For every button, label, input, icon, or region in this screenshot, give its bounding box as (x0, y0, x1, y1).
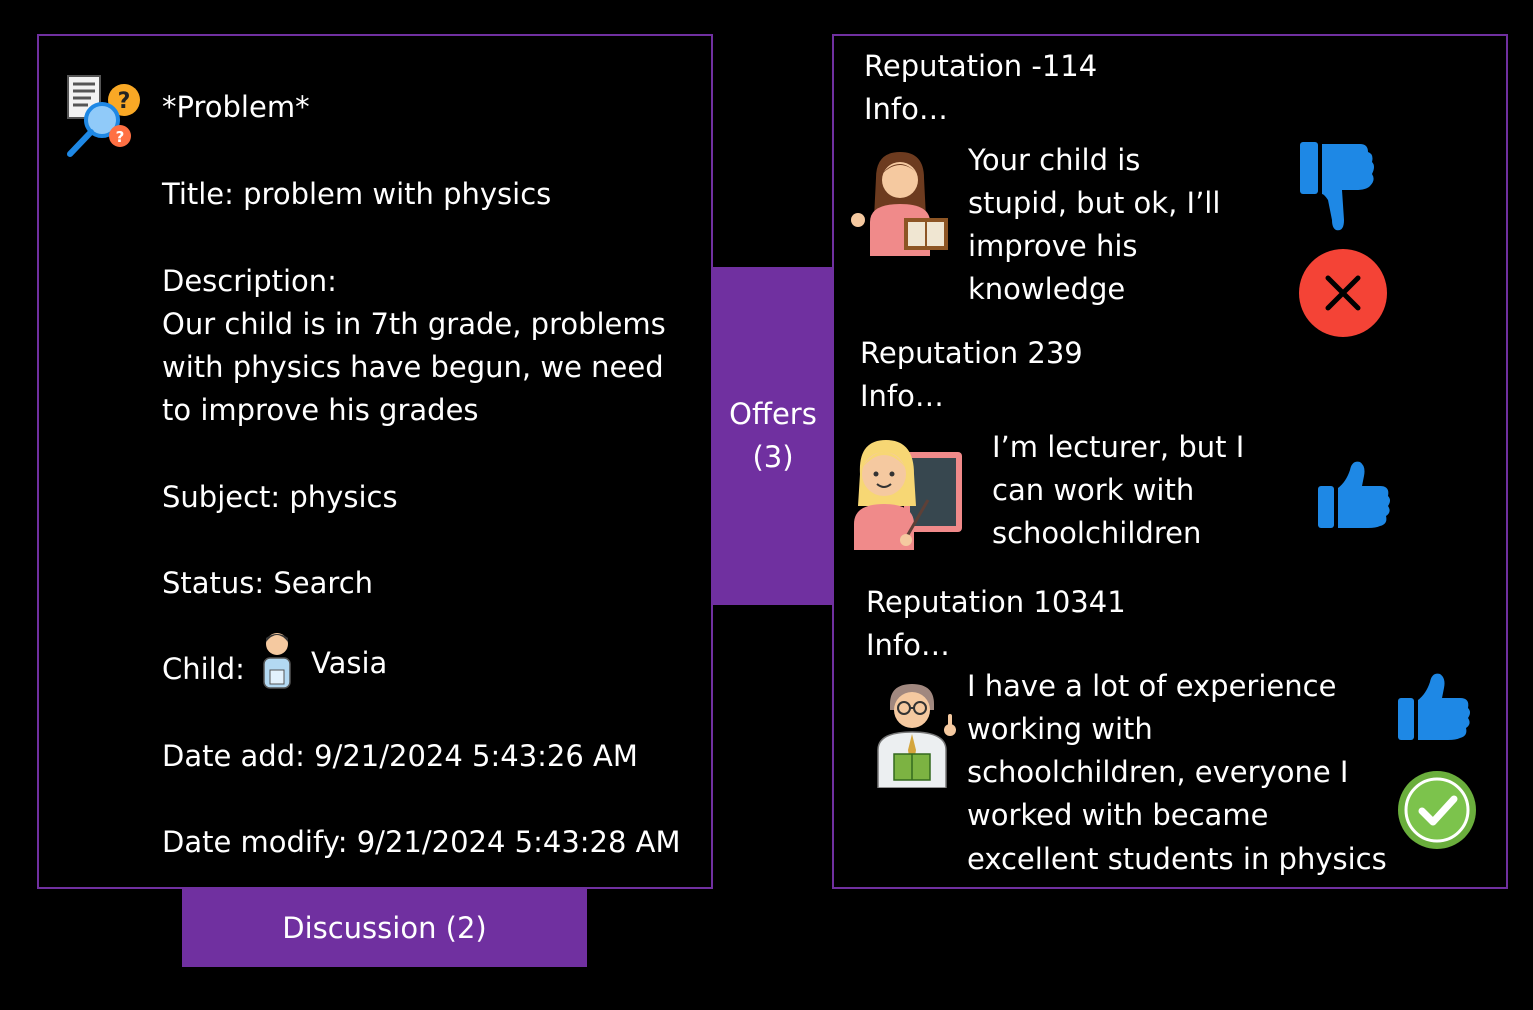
offer-message-line: stupid, but ok, I’ll (968, 186, 1221, 220)
description-line: to improve his grades (162, 393, 479, 427)
offers-tab-label: Offers (729, 397, 817, 431)
svg-text:?: ? (118, 89, 131, 114)
offer-reputation: Reputation 239 (860, 336, 1083, 370)
tutor-avatar (854, 440, 962, 550)
offer-message-line: improve his (968, 229, 1138, 263)
description-line: with physics have begun, we need (162, 350, 664, 384)
reject-icon[interactable] (1298, 248, 1388, 338)
offer-message-line: I’m lecturer, but I (992, 430, 1245, 464)
offer-message-line: schoolchildren, everyone I (967, 755, 1349, 789)
svg-text:?: ? (116, 128, 125, 146)
offer-message-line: excellent students in physics (967, 842, 1387, 876)
offer-message-line: knowledge (968, 272, 1126, 306)
offer-message-line: I have a lot of experience (967, 669, 1337, 703)
child-avatar (263, 633, 291, 689)
offer-info-link[interactable]: Info… (864, 88, 948, 131)
offer-reputation: Reputation 10341 (866, 585, 1126, 619)
thumbs-down-icon[interactable] (1298, 140, 1374, 234)
offers-tab[interactable]: Offers (3) (713, 267, 833, 605)
offer-info-link[interactable]: Info… (866, 624, 950, 667)
discussion-tab[interactable]: Discussion (2) (182, 889, 587, 967)
description-line: Our child is in 7th grade, problems (162, 307, 666, 341)
tutor-avatar (851, 152, 948, 256)
offer-message-line: schoolchildren (992, 516, 1202, 550)
offers-tab-count: (3) (752, 440, 794, 474)
thumbs-up-icon[interactable] (1396, 670, 1472, 742)
tutor-avatar (877, 684, 956, 788)
problem-subject: Subject: physics (162, 480, 398, 514)
child-label: Child: (162, 652, 245, 686)
problem-header: *Problem* (162, 90, 310, 124)
problem-status: Status: Search (162, 566, 374, 600)
offer-message-line: working with (967, 712, 1153, 746)
child-name[interactable]: Vasia (311, 642, 387, 685)
offer-reputation: Reputation -114 (864, 49, 1098, 83)
date-add: Date add: 9/21/2024 5:43:26 AM (162, 739, 638, 773)
offer-info-link[interactable]: Info… (860, 375, 944, 418)
accept-icon[interactable] (1396, 769, 1478, 851)
problem-title: Title: problem with physics (162, 177, 552, 211)
offer-message-line: worked with became (967, 798, 1269, 832)
date-modify: Date modify: 9/21/2024 5:43:28 AM (162, 825, 681, 859)
offer-message-line: can work with (992, 473, 1195, 507)
offer-message-line: Your child is (968, 143, 1141, 177)
description-label: Description: (162, 264, 337, 298)
thumbs-up-icon[interactable] (1316, 458, 1392, 530)
problem-search-icon: ? ? (67, 75, 140, 157)
